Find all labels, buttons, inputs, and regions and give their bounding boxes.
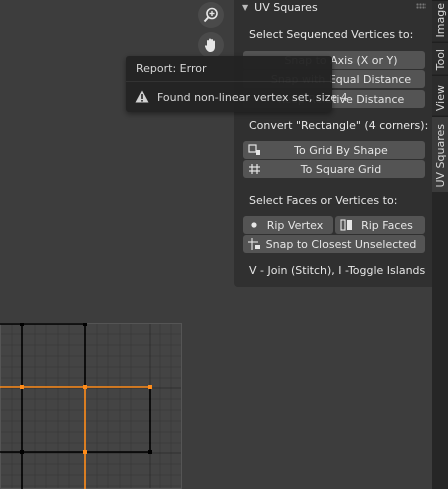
snap-closest-unselected-button[interactable]: Snap to Closest Unselected (243, 235, 425, 253)
sidebar-tabs: Image Tool View UV Squares (432, 0, 448, 489)
vertex-dot-icon (251, 222, 257, 228)
uv-squares-panel: ▼ UV Squares Select Sequenced Vertices t… (234, 0, 432, 287)
grid-shape-icon (248, 144, 260, 155)
tooltip-divider (126, 81, 332, 82)
drag-grip-icon[interactable] (416, 3, 426, 9)
warning-icon (135, 90, 149, 103)
rip-faces-button[interactable]: Rip Faces (335, 216, 425, 234)
section-rectangle-label: Convert "Rectangle" (4 corners): (249, 119, 429, 132)
section-sequenced-label: Select Sequenced Vertices to: (249, 28, 414, 41)
to-grid-by-shape-button[interactable]: To Grid By Shape (243, 141, 425, 159)
shortcut-hint: V - Join (Stitch), I -Toggle Islands (249, 264, 426, 277)
snap-target-icon (248, 238, 260, 250)
panel-header[interactable]: ▼ UV Squares (234, 0, 432, 14)
rip-vertex-button[interactable]: Rip Vertex (243, 216, 333, 234)
face-select-icon (340, 219, 352, 231)
tab-uv-squares[interactable]: UV Squares (432, 116, 448, 192)
collapse-triangle-icon[interactable]: ▼ (242, 3, 248, 12)
section-faces-label: Select Faces or Vertices to: (249, 194, 398, 207)
tab-view[interactable]: View (432, 75, 448, 115)
zoom-button[interactable] (198, 2, 224, 28)
pan-button[interactable] (198, 32, 224, 58)
square-grid-icon (249, 164, 260, 174)
hand-icon (204, 38, 215, 52)
tab-image[interactable]: Image (432, 0, 448, 41)
tab-tool[interactable]: Tool (432, 42, 448, 74)
panel-title: UV Squares (254, 0, 318, 14)
uv-grid (0, 323, 182, 489)
error-report-tooltip: Report: Error Found non-linear vertex se… (126, 56, 348, 112)
tooltip-title: Report: Error (136, 62, 207, 75)
tooltip-message: Found non-linear vertex set, size 4 (157, 91, 348, 104)
to-square-grid-button[interactable]: To Square Grid (243, 160, 425, 178)
zoom-in-icon (203, 7, 218, 23)
